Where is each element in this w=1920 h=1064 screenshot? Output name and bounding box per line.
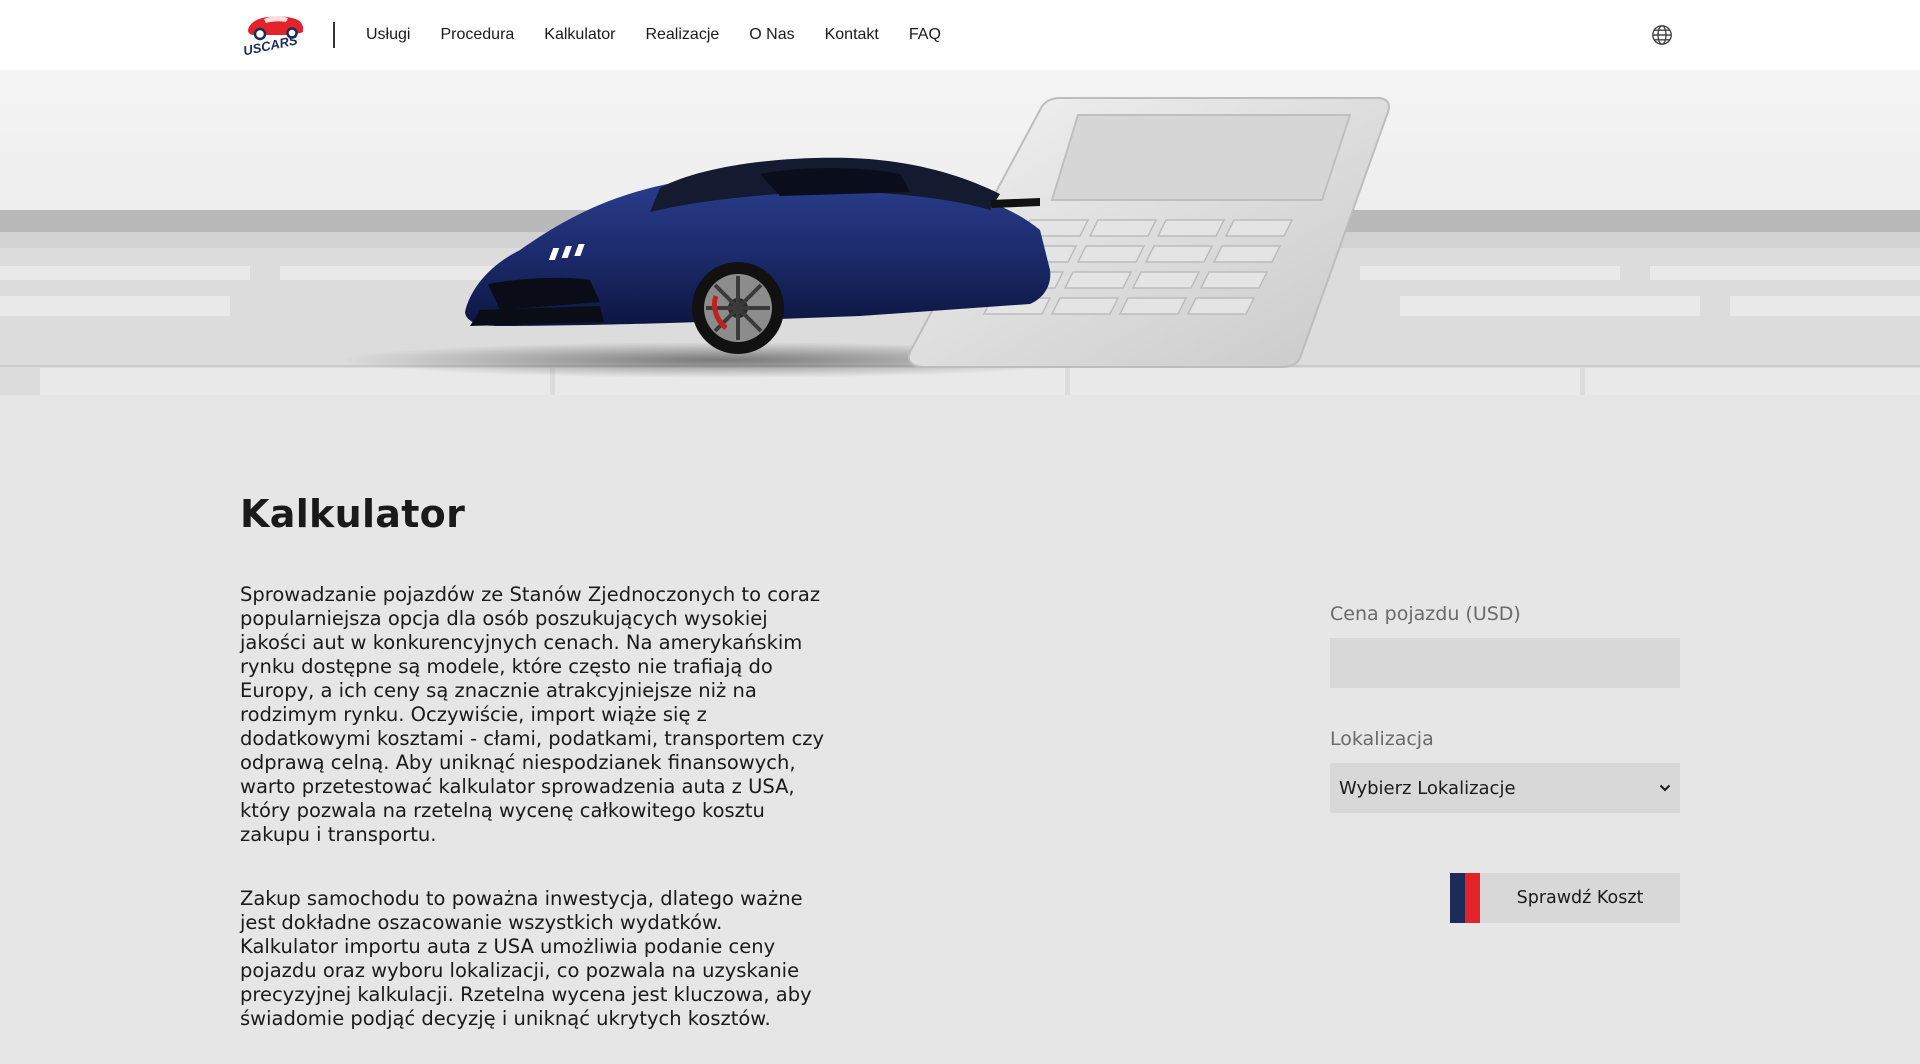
location-select-value: Wybierz Lokalizacje bbox=[1339, 777, 1516, 799]
hero-banner bbox=[0, 70, 1920, 395]
nav-link-realizacje[interactable]: Realizacje bbox=[630, 26, 734, 44]
nav-link-kontakt[interactable]: Kontakt bbox=[810, 26, 894, 44]
uscars-logo-graphic: USCARS bbox=[242, 16, 303, 56]
uscars-logo[interactable]: USCARS bbox=[240, 10, 306, 56]
nav-link-o-nas[interactable]: O Nas bbox=[734, 26, 809, 44]
main-menu: Usługi Procedura Kalkulator Realizacje O… bbox=[351, 0, 956, 70]
hero-car-calculator-image bbox=[0, 97, 1920, 395]
location-select[interactable]: Wybierz Lokalizacje bbox=[1330, 763, 1680, 813]
vehicle-price-label: Cena pojazdu (USD) bbox=[1330, 603, 1521, 625]
location-label: Lokalizacja bbox=[1330, 728, 1434, 750]
logo-text: USCARS bbox=[242, 32, 299, 56]
page-title: Kalkulator bbox=[240, 492, 466, 536]
flag-stripe-red bbox=[1465, 873, 1480, 923]
button-flag-accent bbox=[1450, 873, 1480, 923]
chevron-down-icon bbox=[1659, 784, 1671, 792]
nav-link-uslugi[interactable]: Usługi bbox=[351, 26, 425, 44]
check-cost-button[interactable]: Sprawdź Koszt bbox=[1450, 873, 1680, 923]
flag-stripe-navy bbox=[1450, 873, 1465, 923]
top-navbar: USCARS Usługi Procedura Kalkulator Reali… bbox=[0, 0, 1920, 70]
globe-icon[interactable] bbox=[1651, 24, 1673, 46]
nav-link-procedura[interactable]: Procedura bbox=[425, 26, 529, 44]
nav-link-faq[interactable]: FAQ bbox=[894, 26, 956, 44]
nav-divider bbox=[333, 22, 335, 48]
check-cost-button-label: Sprawdź Koszt bbox=[1516, 888, 1644, 908]
nav-link-kalkulator[interactable]: Kalkulator bbox=[529, 26, 630, 44]
vehicle-price-input[interactable] bbox=[1330, 638, 1680, 688]
intro-paragraph: Sprowadzanie pojazdów ze Stanów Zjednocz… bbox=[240, 583, 825, 846]
details-paragraph: Zakup samochodu to poważna inwestycja, d… bbox=[240, 887, 812, 1030]
